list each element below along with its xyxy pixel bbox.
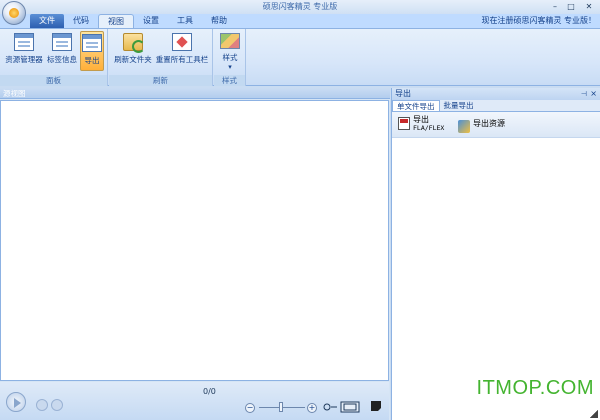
window-controls: – □ ✕: [548, 1, 598, 12]
tab-batch-export[interactable]: 批量导出: [440, 100, 478, 111]
pin-icon[interactable]: ⊣: [581, 88, 587, 100]
export-panel-button[interactable]: 导出: [80, 31, 104, 71]
play-button[interactable]: [6, 392, 26, 412]
tag-info-label: 标签信息: [47, 55, 77, 64]
export-pane-title: 导出: [395, 89, 411, 98]
export-resources-label: 导出资源: [473, 119, 505, 128]
title-bar: 硕思闪客精灵 专业版 – □ ✕: [0, 0, 600, 14]
ribbon-group-refresh: 刷新文件夹 重置所有工具栏 刷新: [109, 29, 213, 86]
export-fla-label: 导出: [413, 115, 429, 124]
export-fla-sublabel: FLA/FLEX: [413, 124, 445, 132]
frame-counter: 0/0: [203, 387, 216, 396]
refresh-folder-button[interactable]: 刷新文件夹: [113, 31, 153, 71]
note-icon[interactable]: [371, 401, 381, 413]
app-logo-icon: [9, 8, 19, 18]
export-panel-label: 导出: [84, 56, 100, 65]
refresh-folder-label: 刷新文件夹: [114, 55, 152, 64]
explorer-icon: [14, 33, 34, 51]
export-toolbar: 导出 FLA/FLEX 导出资源: [392, 112, 600, 138]
zoom-slider-thumb[interactable]: [279, 402, 283, 412]
tab-help[interactable]: 帮助: [202, 14, 236, 28]
export-resources-icon: [458, 120, 470, 133]
export-pane: 导出 ⊣ × 单文件导出 批量导出 导出 FLA/FLEX 导出资源: [391, 88, 600, 420]
export-subtabs: 单文件导出 批量导出: [392, 100, 600, 112]
tab-code[interactable]: 代码: [64, 14, 98, 28]
zoom-in-button[interactable]: +: [307, 403, 317, 413]
watermark: ITMOP.COM: [476, 377, 594, 399]
export-pane-header: 导出 ⊣ ×: [392, 88, 600, 100]
tag-info-button[interactable]: 标签信息: [46, 31, 78, 71]
minimize-button[interactable]: –: [548, 1, 562, 12]
fit-view-icon[interactable]: [322, 401, 338, 413]
tab-view[interactable]: 视图: [98, 14, 134, 28]
explorer-button[interactable]: 资源管理器: [4, 31, 44, 71]
chevron-down-icon: ▾: [228, 63, 232, 71]
export-fla-flex-button[interactable]: 导出 FLA/FLEX: [398, 115, 444, 132]
ribbon-group-refresh-label: 刷新: [109, 75, 212, 86]
tab-settings[interactable]: 设置: [134, 14, 168, 28]
tab-single-file-export[interactable]: 单文件导出: [392, 100, 440, 111]
ribbon: 资源管理器 标签信息 导出 面板 刷新文件夹 重置所有工具栏 刷新 样式 ▾ 样…: [0, 28, 600, 86]
player-bar: 0/0 − +: [0, 382, 389, 420]
explorer-label: 资源管理器: [5, 55, 43, 64]
ribbon-tab-row: 文件 代码 视图 设置 工具 帮助 现在注册硕思闪客精灵 专业版！: [0, 14, 600, 28]
preview-canvas[interactable]: [0, 100, 389, 381]
style-label: 样式: [222, 53, 238, 62]
ribbon-group-panel: 资源管理器 标签信息 导出 面板: [0, 29, 108, 86]
source-view-title: 源视图: [0, 88, 390, 99]
zoom-out-button[interactable]: −: [245, 403, 255, 413]
app-window: 硕思闪客精灵 专业版 – □ ✕ 文件 代码 视图 设置 工具 帮助 现在注册硕…: [0, 0, 600, 420]
close-button[interactable]: ✕: [580, 1, 598, 12]
prev-frame-button[interactable]: [36, 399, 48, 411]
style-icon: [220, 33, 240, 49]
source-view-pane: 源视图 0/0 − +: [0, 88, 390, 420]
app-menu-orb-button[interactable]: [2, 1, 26, 25]
style-button[interactable]: 样式 ▾: [218, 31, 242, 71]
next-frame-button[interactable]: [51, 399, 63, 411]
export-panel-icon: [82, 34, 102, 52]
export-resources-button[interactable]: 导出资源: [458, 118, 505, 133]
registration-link[interactable]: 现在注册硕思闪客精灵 专业版！: [481, 15, 596, 26]
fla-file-icon: [398, 117, 410, 130]
full-view-icon[interactable]: [340, 401, 360, 413]
reset-toolbars-label: 重置所有工具栏: [155, 55, 209, 64]
maximize-button[interactable]: □: [564, 1, 578, 12]
window-title: 硕思闪客精灵 专业版: [262, 2, 338, 11]
close-pane-icon[interactable]: ×: [590, 88, 597, 100]
ribbon-group-style-label: 样式: [214, 75, 245, 86]
refresh-folder-icon: [123, 33, 145, 53]
tab-file[interactable]: 文件: [30, 14, 64, 28]
ribbon-group-style: 样式 ▾ 样式: [214, 29, 246, 86]
tag-info-icon: [52, 33, 72, 51]
reset-toolbars-icon: [172, 33, 192, 51]
tab-tools[interactable]: 工具: [168, 14, 202, 28]
reset-toolbars-button[interactable]: 重置所有工具栏: [155, 31, 209, 71]
resize-grip[interactable]: [590, 410, 598, 418]
ribbon-group-panel-label: 面板: [0, 75, 107, 86]
